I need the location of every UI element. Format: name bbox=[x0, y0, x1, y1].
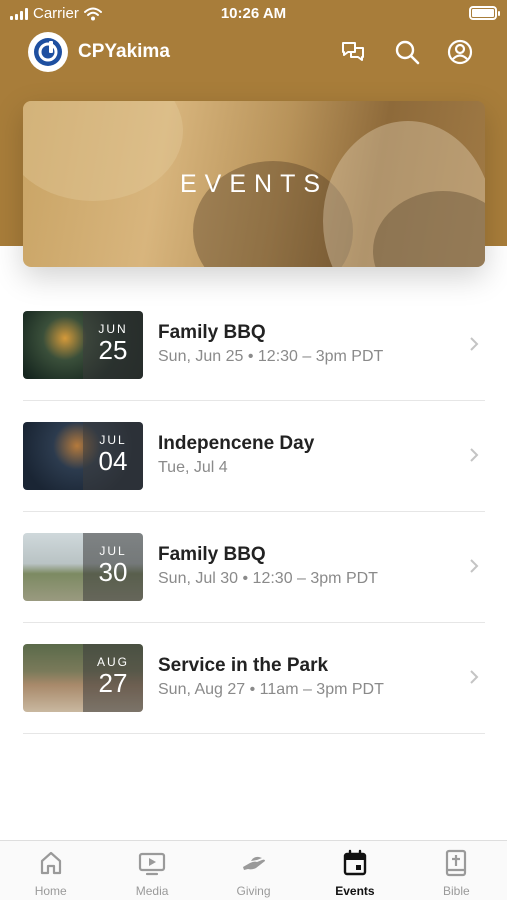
app-title: CPYakima bbox=[78, 41, 170, 62]
event-month: JUL bbox=[99, 433, 127, 447]
event-day: 25 bbox=[98, 335, 128, 365]
event-thumbnail: JUN 25 bbox=[23, 311, 143, 379]
event-month: JUL bbox=[99, 544, 127, 558]
search-icon[interactable] bbox=[393, 38, 421, 66]
event-list: JUN 25 Family BBQ Sun, Jun 25 • 12:30 – … bbox=[23, 290, 485, 734]
tab-label: Home bbox=[34, 884, 67, 898]
event-title: Family BBQ bbox=[158, 544, 266, 565]
event-day: 27 bbox=[98, 668, 128, 698]
event-month: JUN bbox=[98, 322, 128, 336]
event-subtitle: Sun, Jun 25 • 12:30 – 3pm PDT bbox=[158, 348, 384, 365]
event-date-badge: JUN 25 bbox=[83, 311, 143, 379]
status-time: 10:26 AM bbox=[220, 5, 287, 22]
tab-bar: Home Media Giving Events Bible bbox=[0, 840, 507, 900]
chevron-right-icon bbox=[470, 559, 479, 573]
app-logo[interactable] bbox=[28, 32, 68, 72]
event-month: AUG bbox=[96, 655, 129, 669]
event-title: Service in the Park bbox=[158, 655, 329, 676]
hero-title: EVENTS bbox=[179, 169, 329, 198]
chevron-right-icon bbox=[470, 337, 479, 351]
status-bar: Carrier 10:26 AM bbox=[0, 0, 507, 28]
event-row[interactable]: JUN 25 Family BBQ Sun, Jun 25 • 12:30 – … bbox=[23, 290, 485, 401]
event-row[interactable]: AUG 27 Service in the Park Sun, Aug 27 •… bbox=[23, 623, 485, 734]
event-subtitle: Tue, Jul 4 bbox=[158, 459, 228, 476]
battery-icon bbox=[469, 6, 500, 20]
tab-home[interactable]: Home bbox=[0, 841, 101, 900]
tab-events[interactable]: Events bbox=[304, 841, 405, 900]
app-bar: CPYakima bbox=[0, 30, 507, 76]
event-row[interactable]: JUL 30 Family BBQ Sun, Jul 30 • 12:30 – … bbox=[23, 512, 485, 623]
event-date-badge: AUG 27 bbox=[83, 644, 143, 712]
event-title: Indepencene Day bbox=[158, 433, 315, 454]
event-date-badge: JUL 30 bbox=[83, 533, 143, 601]
tab-label: Events bbox=[335, 884, 375, 898]
home-icon bbox=[40, 851, 61, 875]
tab-label: Media bbox=[135, 884, 169, 898]
events-hero-banner: EVENTS bbox=[23, 101, 485, 267]
event-date-badge: JUL 04 bbox=[83, 422, 143, 490]
event-title: Family BBQ bbox=[158, 322, 266, 343]
event-subtitle: Sun, Aug 27 • 11am – 3pm PDT bbox=[158, 681, 384, 698]
media-icon bbox=[139, 852, 166, 876]
tab-giving[interactable]: Giving bbox=[203, 841, 304, 900]
tab-label: Giving bbox=[236, 884, 271, 898]
chevron-right-icon bbox=[470, 448, 479, 462]
event-subtitle: Sun, Jul 30 • 12:30 – 3pm PDT bbox=[158, 570, 378, 587]
chevron-right-icon bbox=[470, 670, 479, 684]
tab-label: Bible bbox=[442, 884, 470, 898]
calendar-icon bbox=[343, 849, 367, 876]
event-thumbnail: JUL 30 bbox=[23, 533, 143, 601]
tab-media[interactable]: Media bbox=[101, 841, 202, 900]
logo-icon bbox=[34, 38, 62, 66]
event-thumbnail: JUL 04 bbox=[23, 422, 143, 490]
event-day: 30 bbox=[98, 557, 128, 587]
event-day: 04 bbox=[98, 446, 128, 476]
tab-bible[interactable]: Bible bbox=[406, 841, 507, 900]
event-row[interactable]: JUL 04 Indepencene Day Tue, Jul 4 bbox=[23, 401, 485, 512]
giving-icon bbox=[242, 856, 265, 870]
profile-icon[interactable] bbox=[446, 38, 474, 66]
event-thumbnail: AUG 27 bbox=[23, 644, 143, 712]
chat-icon[interactable] bbox=[339, 38, 367, 66]
bible-icon bbox=[446, 849, 467, 877]
